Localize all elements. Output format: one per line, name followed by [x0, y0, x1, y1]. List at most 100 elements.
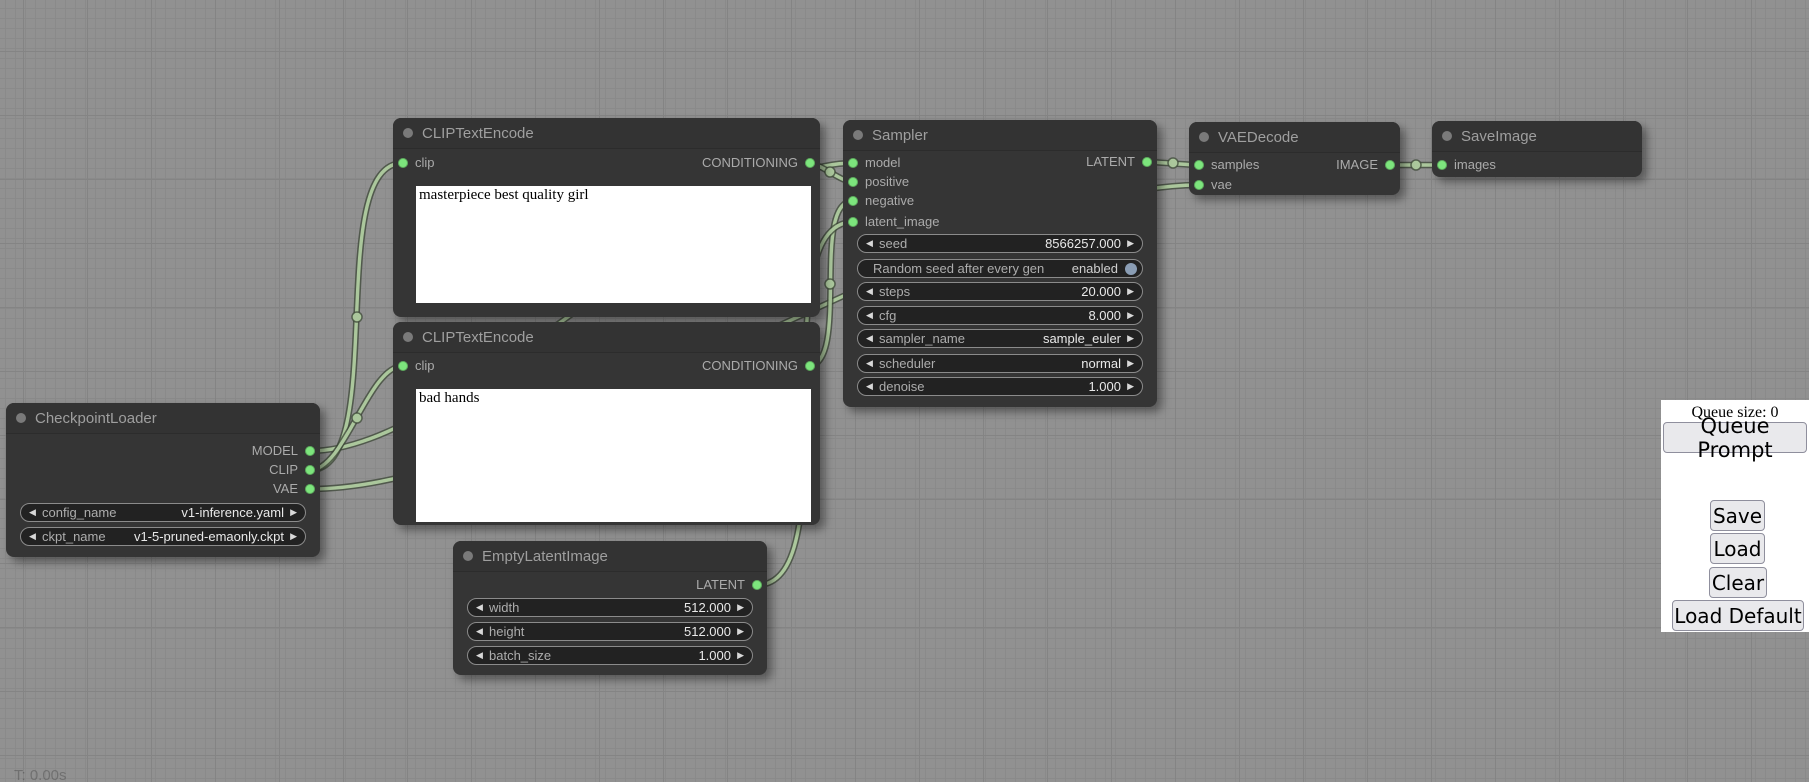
widget-steps[interactable]: ◀ steps 20.000 ▶ — [857, 282, 1143, 301]
node-title-bar[interactable]: CheckpointLoader — [6, 403, 320, 434]
load-default-button[interactable]: Load Default — [1672, 600, 1804, 631]
widget-denoise[interactable]: ◀ denoise 1.000 ▶ — [857, 377, 1143, 396]
decrement-arrow-icon[interactable]: ◀ — [866, 378, 873, 395]
comfyui-canvas[interactable]: CheckpointLoader MODEL CLIP VAE ◀ config… — [0, 0, 1809, 782]
collapse-dot[interactable] — [853, 130, 863, 140]
input-slot-dot[interactable] — [848, 217, 858, 227]
collapse-dot[interactable] — [16, 413, 26, 423]
node-title: CLIPTextEncode — [422, 125, 534, 142]
increment-arrow-icon[interactable]: ▶ — [290, 504, 297, 521]
save-button[interactable]: Save — [1710, 500, 1765, 531]
decrement-arrow-icon[interactable]: ◀ — [866, 330, 873, 347]
output-slot-dot[interactable] — [305, 465, 315, 475]
widget-value: normal — [1081, 355, 1121, 372]
input-slot-dot[interactable] — [848, 196, 858, 206]
increment-arrow-icon[interactable]: ▶ — [1127, 235, 1134, 252]
widget-random-seed-toggle[interactable]: Random seed after every gen enabled — [857, 259, 1143, 278]
widget-value: 20.000 — [1081, 283, 1121, 300]
widget-label: ckpt_name — [42, 528, 106, 545]
increment-arrow-icon[interactable]: ▶ — [290, 528, 297, 545]
node-title-bar[interactable]: Sampler — [843, 120, 1157, 151]
input-slot-dot[interactable] — [848, 177, 858, 187]
toggle-indicator[interactable] — [1125, 263, 1137, 275]
widget-height[interactable]: ◀ height 512.000 ▶ — [467, 622, 753, 641]
collapse-dot[interactable] — [403, 332, 413, 342]
node-checkpoint-loader[interactable]: CheckpointLoader MODEL CLIP VAE ◀ config… — [6, 403, 320, 557]
output-label: CONDITIONING — [702, 155, 798, 170]
output-label: CONDITIONING — [702, 358, 798, 373]
increment-arrow-icon[interactable]: ▶ — [1127, 355, 1134, 372]
queue-prompt-button[interactable]: Queue Prompt — [1663, 422, 1807, 453]
link-midpoint-dot — [1168, 158, 1178, 168]
node-vae-decode[interactable]: VAEDecode samples vae IMAGE — [1189, 122, 1400, 195]
load-button[interactable]: Load — [1710, 533, 1765, 564]
output-label: IMAGE — [1336, 157, 1378, 172]
widget-seed[interactable]: ◀ seed 8566257.000 ▶ — [857, 234, 1143, 253]
increment-arrow-icon[interactable]: ▶ — [737, 623, 744, 640]
node-title: CheckpointLoader — [35, 410, 157, 427]
widget-scheduler[interactable]: ◀ scheduler normal ▶ — [857, 354, 1143, 373]
node-clip-text-encode-negative[interactable]: CLIPTextEncode clip CONDITIONING — [393, 322, 820, 525]
output-slot-dot[interactable] — [1385, 160, 1395, 170]
decrement-arrow-icon[interactable]: ◀ — [29, 528, 36, 545]
increment-arrow-icon[interactable]: ▶ — [1127, 378, 1134, 395]
node-clip-text-encode-positive[interactable]: CLIPTextEncode clip CONDITIONING — [393, 118, 820, 317]
input-slot-dot[interactable] — [1194, 160, 1204, 170]
node-title-bar[interactable]: EmptyLatentImage — [453, 541, 767, 572]
output-slot-dot[interactable] — [752, 580, 762, 590]
positive-prompt-textarea[interactable] — [416, 186, 811, 303]
output-slot-dot[interactable] — [805, 361, 815, 371]
node-title-bar[interactable]: SaveImage — [1432, 121, 1642, 152]
widget-ckpt-name[interactable]: ◀ ckpt_name v1-5-pruned-emaonly.ckpt ▶ — [20, 527, 306, 546]
widget-label: denoise — [879, 378, 925, 395]
output-slot-dot[interactable] — [305, 484, 315, 494]
input-slot-dot[interactable] — [398, 361, 408, 371]
collapse-dot[interactable] — [1199, 132, 1209, 142]
node-save-image[interactable]: SaveImage images — [1432, 121, 1642, 177]
increment-arrow-icon[interactable]: ▶ — [1127, 307, 1134, 324]
negative-prompt-textarea[interactable] — [416, 389, 811, 522]
widget-batch-size[interactable]: ◀ batch_size 1.000 ▶ — [467, 646, 753, 665]
node-title-bar[interactable]: CLIPTextEncode — [393, 322, 820, 353]
collapse-dot[interactable] — [463, 551, 473, 561]
decrement-arrow-icon[interactable]: ◀ — [866, 283, 873, 300]
widget-value: 8.000 — [1088, 307, 1121, 324]
node-sampler[interactable]: Sampler model positive negative latent_i… — [843, 120, 1157, 407]
output-slot-dot[interactable] — [805, 158, 815, 168]
widget-cfg[interactable]: ◀ cfg 8.000 ▶ — [857, 306, 1143, 325]
widget-label: height — [489, 623, 524, 640]
widget-width[interactable]: ◀ width 512.000 ▶ — [467, 598, 753, 617]
increment-arrow-icon[interactable]: ▶ — [1127, 330, 1134, 347]
input-label: latent_image — [865, 214, 939, 229]
input-slot-dot[interactable] — [848, 158, 858, 168]
node-empty-latent-image[interactable]: EmptyLatentImage LATENT ◀ width 512.000 … — [453, 541, 767, 675]
decrement-arrow-icon[interactable]: ◀ — [476, 623, 483, 640]
decrement-arrow-icon[interactable]: ◀ — [476, 647, 483, 664]
widget-value: 512.000 — [684, 599, 731, 616]
link-midpoint-dot — [352, 413, 362, 423]
decrement-arrow-icon[interactable]: ◀ — [476, 599, 483, 616]
input-slot-dot[interactable] — [398, 158, 408, 168]
increment-arrow-icon[interactable]: ▶ — [737, 647, 744, 664]
clear-button[interactable]: Clear — [1709, 567, 1767, 598]
widget-sampler-name[interactable]: ◀ sampler_name sample_euler ▶ — [857, 329, 1143, 348]
decrement-arrow-icon[interactable]: ◀ — [29, 504, 36, 521]
collapse-dot[interactable] — [1442, 131, 1452, 141]
decrement-arrow-icon[interactable]: ◀ — [866, 307, 873, 324]
node-title-bar[interactable]: VAEDecode — [1189, 122, 1400, 153]
widget-value: enabled — [1072, 260, 1118, 277]
output-slot-dot[interactable] — [305, 446, 315, 456]
input-slot-dot[interactable] — [1437, 160, 1447, 170]
decrement-arrow-icon[interactable]: ◀ — [866, 355, 873, 372]
node-title-bar[interactable]: CLIPTextEncode — [393, 118, 820, 149]
increment-arrow-icon[interactable]: ▶ — [737, 599, 744, 616]
input-slot-dot[interactable] — [1194, 180, 1204, 190]
output-label: VAE — [273, 481, 298, 496]
increment-arrow-icon[interactable]: ▶ — [1127, 283, 1134, 300]
widget-config-name[interactable]: ◀ config_name v1-inference.yaml ▶ — [20, 503, 306, 522]
decrement-arrow-icon[interactable]: ◀ — [866, 235, 873, 252]
collapse-dot[interactable] — [403, 128, 413, 138]
output-label: LATENT — [696, 577, 745, 592]
node-title: SaveImage — [1461, 128, 1537, 145]
output-slot-dot[interactable] — [1142, 157, 1152, 167]
